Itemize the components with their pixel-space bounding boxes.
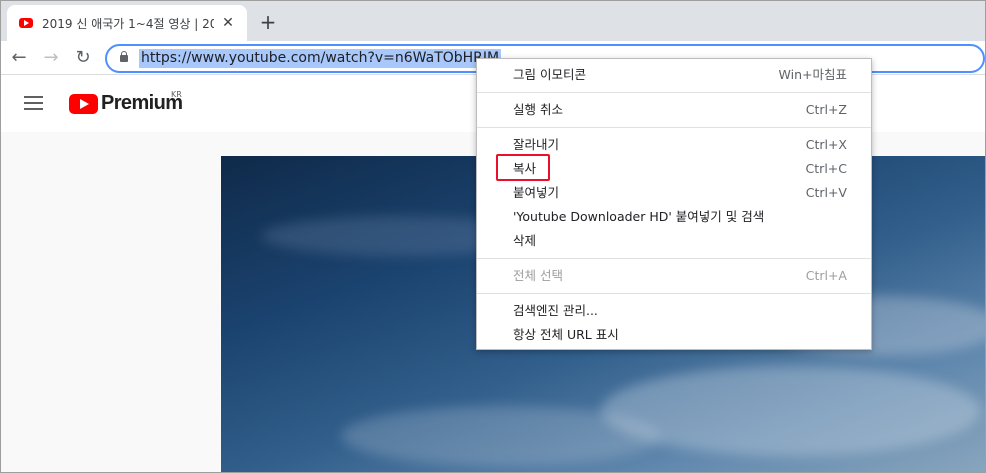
menu-item-manage-search-engines[interactable]: 검색엔진 관리... [477, 299, 871, 323]
lock-icon[interactable] [120, 51, 128, 62]
menu-separator [477, 127, 871, 128]
copy-highlight-annotation [496, 154, 550, 181]
context-menu: 그림 이모티콘 Win+마침표 실행 취소 Ctrl+Z 잘라내기 Ctrl+X… [476, 58, 872, 350]
menu-item-select-all[interactable]: 전체 선택 Ctrl+A [477, 264, 871, 288]
forward-button[interactable]: → [40, 47, 62, 69]
menu-icon[interactable] [24, 96, 43, 110]
url-text[interactable]: https://www.youtube.com/watch?v=n6WaTObH… [139, 49, 502, 68]
menu-separator [477, 258, 871, 259]
tab-close-icon[interactable]: ✕ [219, 14, 237, 32]
region-code: KR [171, 90, 182, 99]
menu-separator [477, 92, 871, 93]
back-button[interactable]: ← [8, 47, 30, 69]
tab-strip: 2019 신 애국가 1~4절 영상 | 20 ✕ + [1, 1, 985, 41]
browser-window: 2019 신 애국가 1~4절 영상 | 20 ✕ + ← → ↻ https:… [0, 0, 986, 473]
menu-item-delete[interactable]: 삭제 [477, 229, 871, 253]
reload-button[interactable]: ↻ [72, 47, 94, 69]
video-frame-cloud [601, 366, 981, 456]
tab-youtube[interactable]: 2019 신 애국가 1~4절 영상 | 20 ✕ [7, 5, 247, 41]
new-tab-button[interactable]: + [257, 11, 279, 33]
menu-item-paste-and-search[interactable]: 'Youtube Downloader HD' 붙여넣기 및 검색 [477, 205, 871, 229]
menu-item-emoji[interactable]: 그림 이모티콘 Win+마침표 [477, 63, 871, 87]
menu-item-always-show-full-url[interactable]: 항상 전체 URL 표시 [477, 323, 871, 347]
menu-item-paste[interactable]: 붙여넣기 Ctrl+V [477, 181, 871, 205]
tab-title: 2019 신 애국가 1~4절 영상 | 20 [42, 16, 214, 31]
youtube-favicon-icon [19, 18, 33, 28]
youtube-logo-icon[interactable] [69, 94, 98, 114]
menu-item-undo[interactable]: 실행 취소 Ctrl+Z [477, 98, 871, 122]
menu-separator [477, 293, 871, 294]
video-frame-cloud [341, 406, 661, 466]
